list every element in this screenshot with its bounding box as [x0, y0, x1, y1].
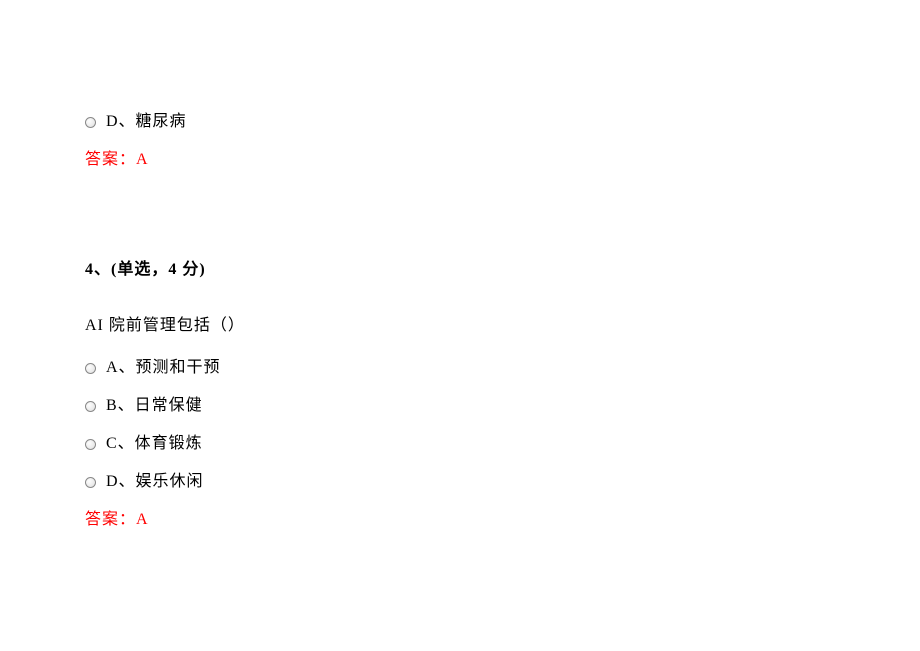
radio-icon	[85, 401, 96, 412]
q4-option-b[interactable]: B、日常保健	[85, 394, 920, 418]
radio-icon	[85, 117, 96, 128]
q4-header: 4、(单选，4 分)	[85, 258, 920, 282]
q3-answer-label: 答案：	[85, 151, 136, 168]
q4-option-c[interactable]: C、体育锻炼	[85, 432, 920, 456]
radio-icon	[85, 363, 96, 374]
q4-option-d[interactable]: D、娱乐休闲	[85, 470, 920, 494]
q4-option-d-text: D、娱乐休闲	[106, 470, 204, 494]
q4-stem: AI 院前管理包括（）	[85, 314, 920, 338]
q4-answer: 答案：A	[85, 508, 920, 532]
q4-answer-value: A	[136, 511, 149, 528]
q4-option-a[interactable]: A、预测和干预	[85, 356, 920, 380]
q3-option-d[interactable]: D、糖尿病	[85, 110, 920, 134]
q3-option-d-text: D、糖尿病	[106, 110, 187, 134]
radio-icon	[85, 439, 96, 450]
radio-icon	[85, 477, 96, 488]
q3-answer-value: A	[136, 151, 149, 168]
q4-option-b-text: B、日常保健	[106, 394, 203, 418]
q3-answer: 答案：A	[85, 148, 920, 172]
q4-answer-label: 答案：	[85, 511, 136, 528]
q4-option-a-text: A、预测和干预	[106, 356, 221, 380]
q4-option-c-text: C、体育锻炼	[106, 432, 203, 456]
